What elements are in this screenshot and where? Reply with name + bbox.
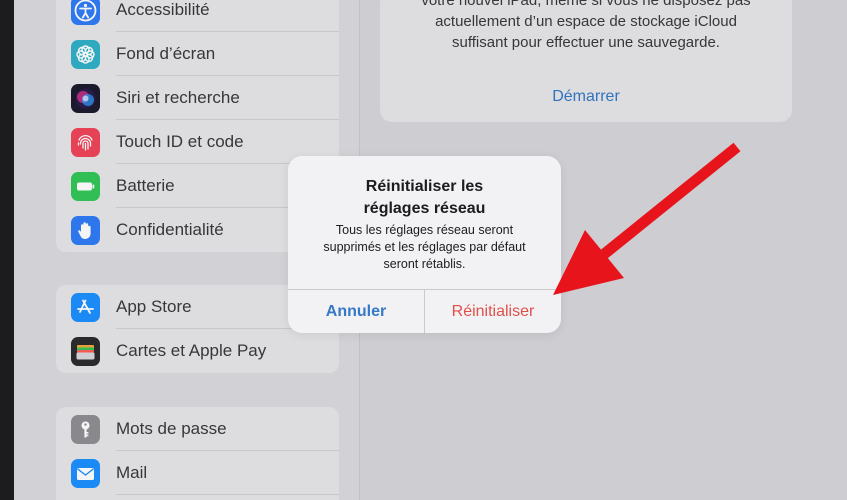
alert-message-line: supprimés et les réglages par défaut <box>323 240 526 254</box>
alert-title: Réinitialiser les réglages réseau <box>288 176 561 220</box>
ipad-screen: Accessibilité Fond d’écran Siri et reche… <box>14 0 847 500</box>
cancel-button[interactable]: Annuler <box>288 290 424 333</box>
alert-title-line: Réinitialiser les <box>365 178 484 195</box>
reset-button[interactable]: Réinitialiser <box>425 290 561 333</box>
alert-message-line: Tous les réglages réseau seront <box>335 223 514 237</box>
alert-message-line: seront rétablis. <box>383 257 466 271</box>
alert-message: Tous les réglages réseau seront supprimé… <box>288 222 561 273</box>
alert-title-line: réglages réseau <box>363 200 486 217</box>
reset-network-alert: Réinitialiser les réglages réseau Tous l… <box>288 156 561 333</box>
